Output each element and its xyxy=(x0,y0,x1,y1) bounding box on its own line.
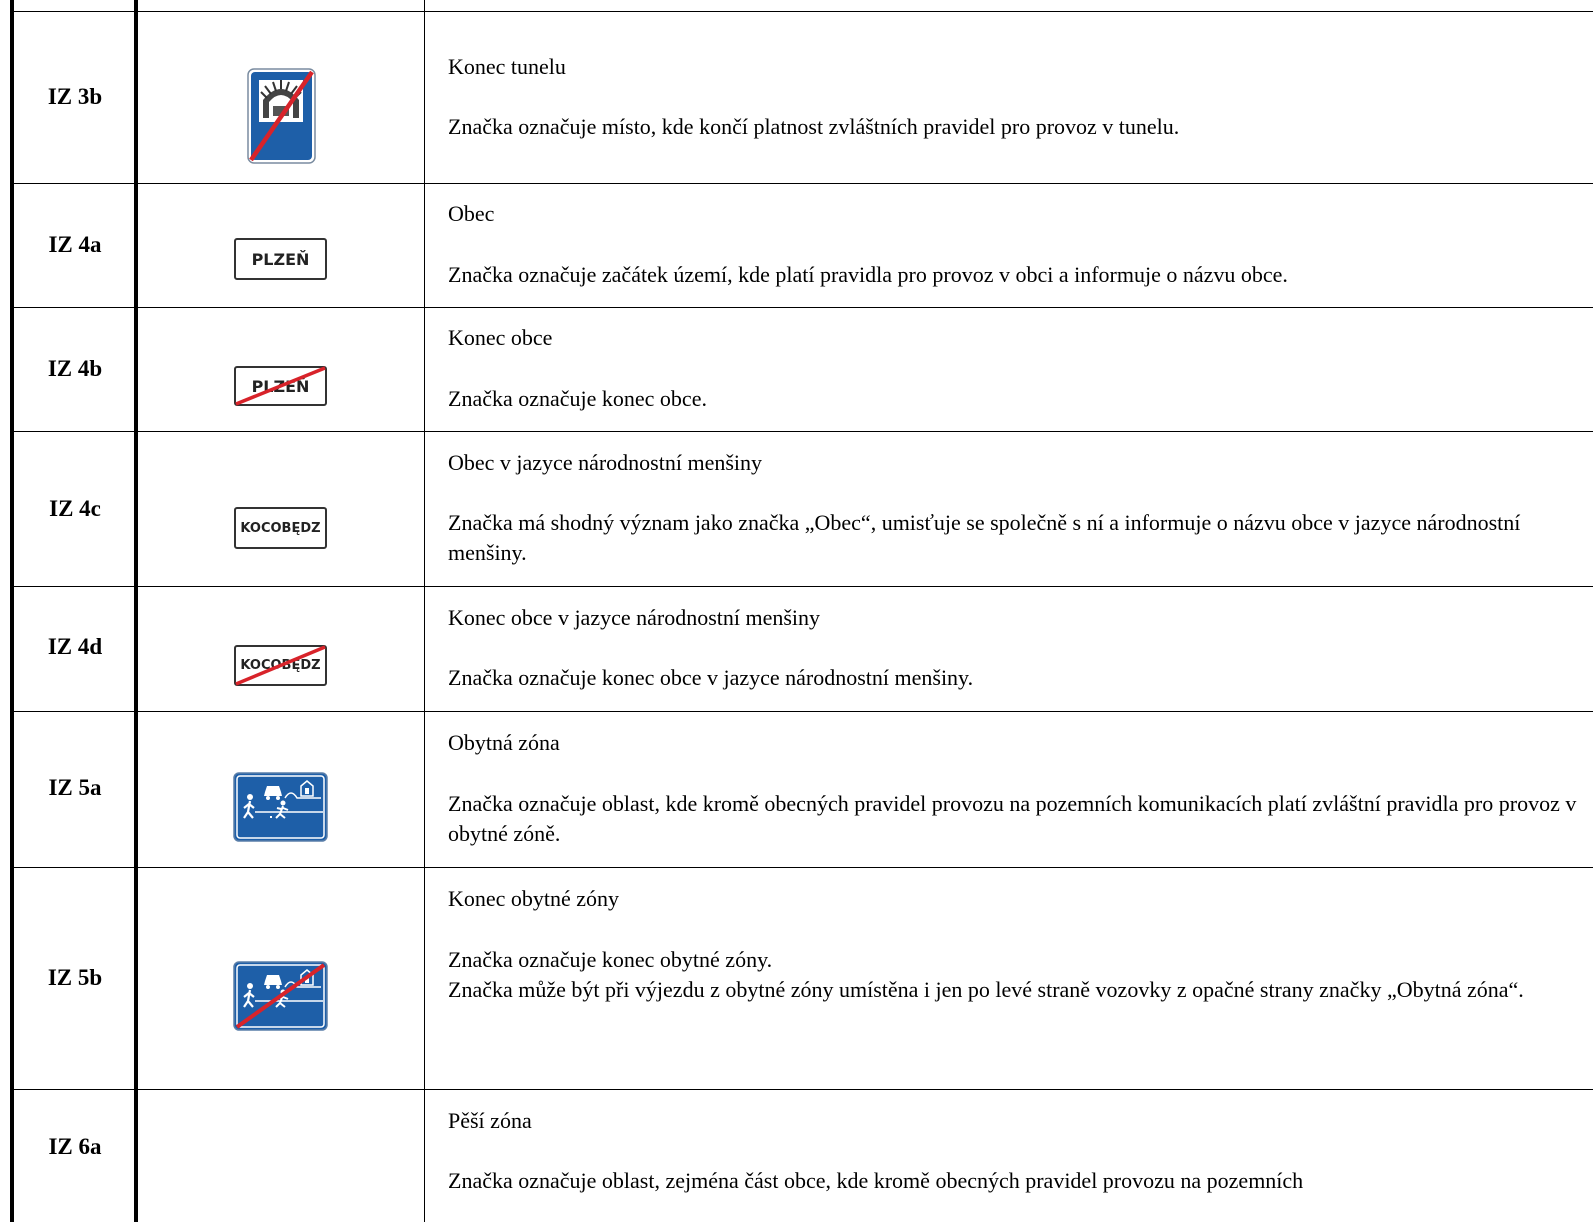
end-of-residential-zone-sign-icon xyxy=(233,961,328,1031)
sign-title: Obytná zóna xyxy=(448,730,560,755)
sign-title: Konec tunelu xyxy=(448,54,566,79)
sign-code: IZ 3b xyxy=(47,84,103,109)
sign-description-note: Značka může být při výjezdu z obytné zón… xyxy=(448,977,1524,1002)
town-minority-language-sign-icon: KOCOBĘDZ xyxy=(234,507,327,549)
sign-description: Značka označuje místo, kde končí platnos… xyxy=(448,114,1180,139)
sign-description: Značka označuje konec obce v jazyce náro… xyxy=(448,665,974,690)
end-of-tunnel-sign-icon xyxy=(247,68,316,164)
sign-description: Značka označuje oblast, zejména část obc… xyxy=(448,1168,1304,1193)
sign-title: Obec v jazyce národnostní menšiny xyxy=(448,450,763,475)
sign-description: Značka označuje začátek území, kde platí… xyxy=(448,262,1288,287)
end-of-town-sign-icon: PLZEŇ xyxy=(234,366,327,406)
end-of-town-minority-language-sign-icon: KOCOBĘDZ xyxy=(234,645,327,686)
town-name-sign-icon: PLZEŇ xyxy=(234,238,327,280)
sign-code: IZ 4c xyxy=(49,496,101,521)
sign-title: Konec obce xyxy=(448,325,553,350)
sign-title: Pěší zóna xyxy=(448,1108,532,1133)
sign-description: Značka má shodný význam jako značka „Obe… xyxy=(448,510,1521,565)
sign-title: Konec obytné zóny xyxy=(448,886,620,911)
sign-code: IZ 4a xyxy=(48,232,102,257)
residential-zone-sign-icon xyxy=(233,772,328,842)
table-row: IZ 5b Konec obytné zóny Značka označuje … xyxy=(0,867,1593,1089)
sign-description: Značka označuje konec obce. xyxy=(448,386,707,411)
table-row: IZ 4d KOCOBĘDZ Konec obce v jazyce národ… xyxy=(0,586,1593,711)
sign-description: Značka označuje konec obytné zóny. xyxy=(448,947,773,972)
table-row: IZ 4c KOCOBĘDZ Obec v jazyce národnostní… xyxy=(0,431,1593,586)
table-row: IZ 5a Obytná zóna Značka označuje oblast… xyxy=(0,711,1593,867)
sign-code: IZ 6a xyxy=(48,1134,102,1159)
sign-plate-text: PLZEŇ xyxy=(251,249,310,269)
table-row: IZ 6a Pěší zóna Značka označuje oblast, … xyxy=(0,1089,1593,1222)
table-row: IZ 3b Konec tunelu Značka označuje místo… xyxy=(0,11,1593,183)
sign-code: IZ 5a xyxy=(48,775,102,800)
sign-description: Značka označuje oblast, kde kromě obecný… xyxy=(448,791,1577,846)
sign-title: Obec xyxy=(448,201,495,226)
sign-code: IZ 4b xyxy=(47,356,103,381)
table-row: IZ 4b PLZEŇ Konec obce Značka označuje k… xyxy=(0,307,1593,431)
traffic-signs-table: IZ 3b Konec tunelu Značka označuje místo… xyxy=(0,0,1593,1222)
sign-code: IZ 5b xyxy=(47,965,103,990)
sign-code: IZ 4d xyxy=(47,634,103,659)
sign-plate-text: KOCOBĘDZ xyxy=(240,520,321,536)
sign-title: Konec obce v jazyce národnostní menšiny xyxy=(448,605,821,630)
table-row: IZ 4a PLZEŇ Obec Značka označuje začátek… xyxy=(0,183,1593,307)
